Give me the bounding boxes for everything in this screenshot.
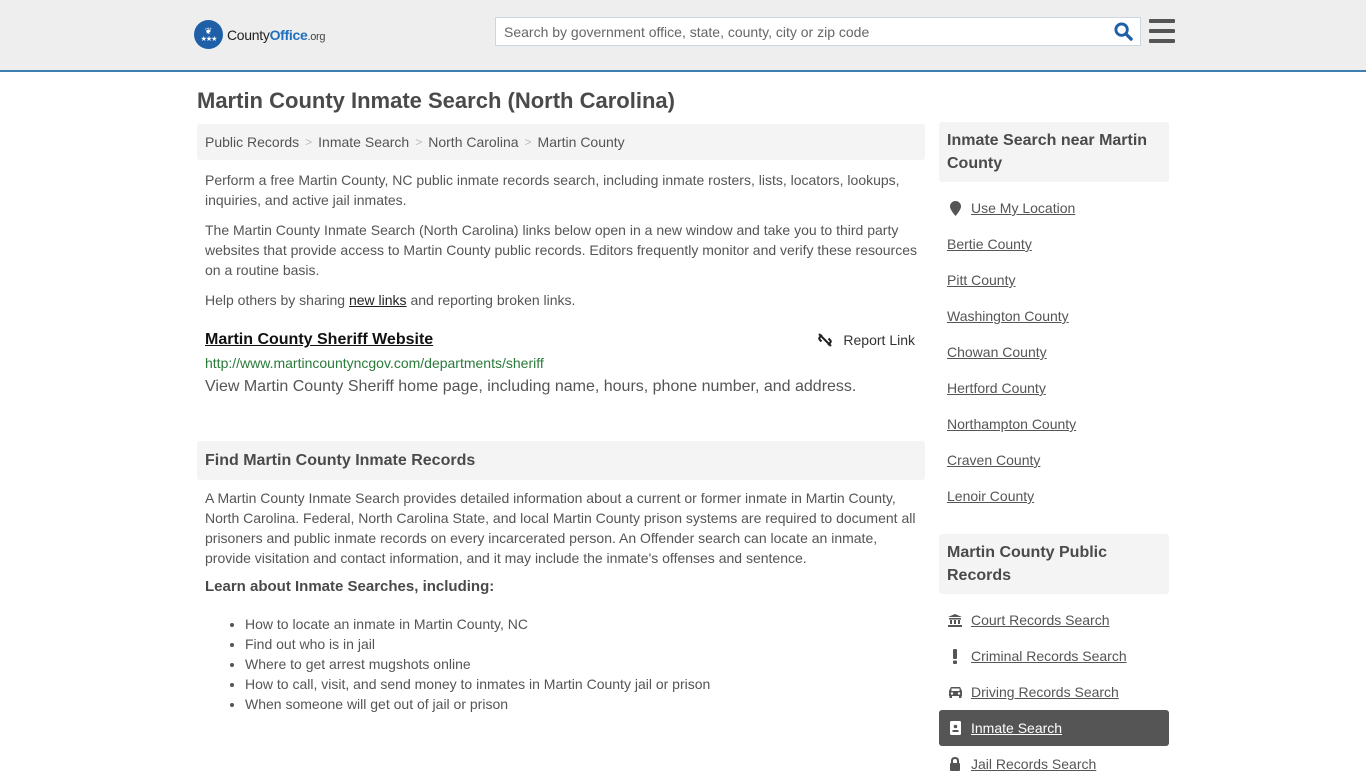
sidebar-item-driving-records[interactable]: Driving Records Search (947, 674, 1161, 710)
id-badge-icon (947, 721, 963, 735)
nearby-list: Use My Location Bertie County Pitt Count… (939, 190, 1169, 514)
exclamation-icon (947, 648, 963, 664)
public-records-heading: Martin County Public Records (939, 534, 1169, 594)
share-text-end: and reporting broken links. (406, 292, 576, 308)
breadcrumb-public-records[interactable]: Public Records (205, 134, 299, 150)
courthouse-icon (947, 613, 963, 627)
find-records-paragraph: A Martin County Inmate Search provides d… (205, 490, 916, 566)
main-content: Public Records > Inmate Search > North C… (197, 124, 925, 714)
list-item: How to call, visit, and send money to in… (245, 674, 925, 694)
search-input[interactable] (496, 18, 1106, 45)
share-text: Help others by sharing (205, 292, 349, 308)
logo-wordmark: CountyOffice.org (227, 26, 326, 43)
criminal-records-link[interactable]: Criminal Records Search (971, 648, 1127, 664)
nearby-county-item[interactable]: Hertford County (947, 370, 1161, 406)
nearby-county-link[interactable]: Lenoir County (947, 488, 1034, 504)
learn-heading: Learn about Inmate Searches, including: (205, 578, 495, 595)
list-item: Find out who is in jail (245, 634, 925, 654)
lock-icon (947, 757, 963, 771)
resource-title-link[interactable]: Martin County Sheriff Website (205, 330, 433, 350)
site-header: ❦ ★★★ CountyOffice.org (0, 0, 1366, 72)
disclaimer-paragraph: The Martin County Inmate Search (North C… (205, 222, 917, 278)
nearby-county-link[interactable]: Hertford County (947, 380, 1046, 396)
breadcrumb-martin-county[interactable]: Martin County (538, 134, 625, 150)
use-location-item[interactable]: Use My Location (947, 190, 1161, 226)
car-icon (947, 686, 963, 698)
breadcrumb: Public Records > Inmate Search > North C… (197, 124, 925, 160)
report-link-button[interactable]: Report Link (817, 332, 915, 348)
public-records-list: Court Records Search Criminal Records Se… (939, 602, 1169, 782)
nearby-county-link[interactable]: Pitt County (947, 272, 1015, 288)
nearby-county-link[interactable]: Craven County (947, 452, 1040, 468)
resource-description: View Martin County Sheriff home page, in… (205, 378, 857, 395)
breadcrumb-inmate-search[interactable]: Inmate Search (318, 134, 409, 150)
page-title: Martin County Inmate Search (North Carol… (197, 88, 675, 113)
list-item: Where to get arrest mugshots online (245, 654, 925, 674)
map-marker-icon (947, 200, 963, 216)
sidebar-item-criminal-records[interactable]: Criminal Records Search (947, 638, 1161, 674)
nearby-county-item[interactable]: Washington County (947, 298, 1161, 334)
nearby-county-link[interactable]: Chowan County (947, 344, 1047, 360)
nearby-county-item[interactable]: Pitt County (947, 262, 1161, 298)
nearby-county-link[interactable]: Washington County (947, 308, 1069, 324)
nearby-county-item[interactable]: Lenoir County (947, 478, 1161, 514)
report-link-label: Report Link (843, 332, 915, 348)
nearby-county-link[interactable]: Bertie County (947, 236, 1032, 252)
search-icon (1113, 22, 1133, 41)
breadcrumb-separator: > (524, 135, 532, 149)
sidebar: Inmate Search near Martin County Use My … (939, 122, 1169, 782)
nearby-county-item[interactable]: Northampton County (947, 406, 1161, 442)
jail-records-link[interactable]: Jail Records Search (971, 756, 1096, 772)
eagle-seal-icon: ❦ ★★★ (194, 20, 223, 49)
nearby-county-item[interactable]: Bertie County (947, 226, 1161, 262)
nearby-county-item[interactable]: Chowan County (947, 334, 1161, 370)
breadcrumb-separator: > (415, 135, 423, 149)
nearby-heading: Inmate Search near Martin County (939, 122, 1169, 182)
resource-url: http://www.martincountyncgov.com/departm… (205, 355, 544, 371)
find-records-heading: Find Martin County Inmate Records (197, 441, 925, 480)
nearby-county-item[interactable]: Craven County (947, 442, 1161, 478)
hamburger-menu-icon[interactable] (1149, 19, 1175, 43)
list-item: When someone will get out of jail or pri… (245, 694, 925, 714)
breadcrumb-separator: > (305, 135, 313, 149)
court-records-link[interactable]: Court Records Search (971, 612, 1110, 628)
use-my-location-link[interactable]: Use My Location (971, 200, 1075, 216)
resource-listing: Martin County Sheriff Website Report Lin… (197, 330, 925, 397)
inmate-search-link[interactable]: Inmate Search (971, 720, 1062, 736)
list-item: How to locate an inmate in Martin County… (245, 614, 925, 634)
nearby-county-link[interactable]: Northampton County (947, 416, 1076, 432)
intro-paragraph: Perform a free Martin County, NC public … (205, 172, 900, 208)
sidebar-item-inmate-search[interactable]: Inmate Search (939, 710, 1169, 746)
search-bar (495, 17, 1141, 46)
sidebar-item-court-records[interactable]: Court Records Search (947, 602, 1161, 638)
share-paragraph: Help others by sharing new links and rep… (197, 290, 925, 310)
breadcrumb-north-carolina[interactable]: North Carolina (428, 134, 518, 150)
broken-link-icon (818, 333, 833, 347)
driving-records-link[interactable]: Driving Records Search (971, 684, 1119, 700)
learn-list: How to locate an inmate in Martin County… (197, 614, 925, 714)
site-logo[interactable]: ❦ ★★★ CountyOffice.org (194, 20, 326, 49)
search-button[interactable] (1106, 18, 1140, 45)
new-links-link[interactable]: new links (349, 292, 407, 308)
sidebar-item-jail-records[interactable]: Jail Records Search (947, 746, 1161, 782)
